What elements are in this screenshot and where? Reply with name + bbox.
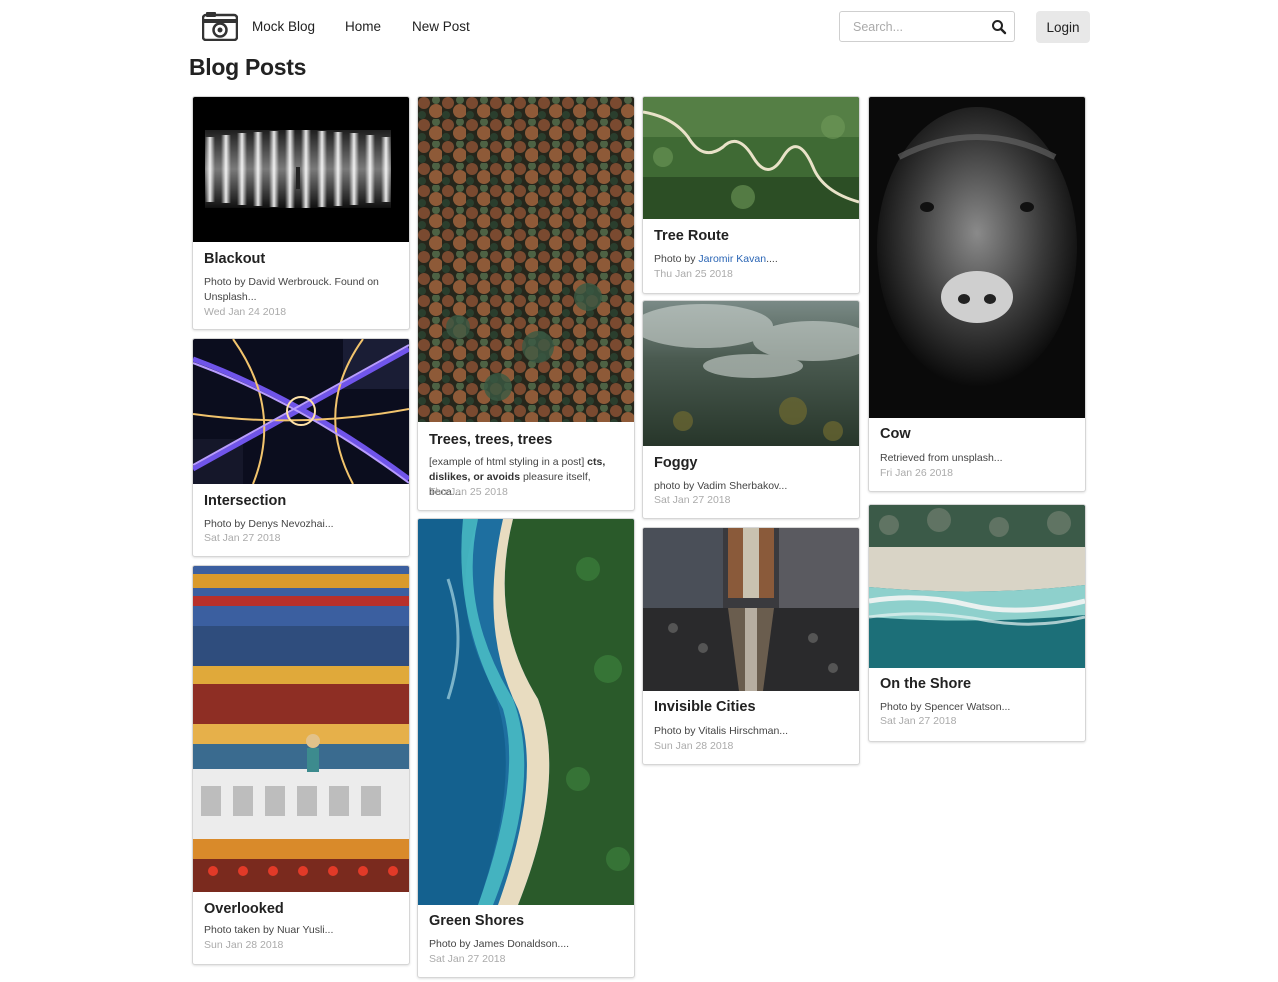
post-date: Sat Jan 27 2018 bbox=[204, 532, 281, 544]
post-date: Sat Jan 27 2018 bbox=[654, 494, 731, 506]
nav-link-home[interactable]: Home bbox=[345, 19, 381, 34]
post-image bbox=[193, 566, 409, 892]
post-image bbox=[643, 528, 859, 691]
post-description-text: Photo by bbox=[654, 253, 699, 265]
post-image bbox=[869, 505, 1085, 668]
post-date: Thu Jan 25 2018 bbox=[429, 486, 508, 498]
post-title[interactable]: On the Shore bbox=[880, 676, 971, 692]
search-icon[interactable] bbox=[991, 19, 1007, 35]
post-title[interactable]: Foggy bbox=[654, 455, 698, 471]
login-button[interactable]: Login bbox=[1036, 11, 1090, 43]
post-card-on-the-shore[interactable]: On the Shore Photo by Spencer Watson... … bbox=[868, 504, 1086, 742]
post-title[interactable]: Overlooked bbox=[204, 901, 284, 917]
post-date: Sun Jan 28 2018 bbox=[654, 740, 734, 752]
search-input[interactable] bbox=[841, 13, 981, 40]
post-image bbox=[869, 97, 1085, 418]
post-card-green-shores[interactable]: Green Shores Photo by James Donaldson...… bbox=[417, 518, 635, 978]
post-title[interactable]: Blackout bbox=[204, 251, 265, 267]
post-card-foggy[interactable]: Foggy photo by Vadim Sherbakov... Sat Ja… bbox=[642, 300, 860, 519]
post-title[interactable]: Tree Route bbox=[654, 228, 729, 244]
nav-link-new-post[interactable]: New Post bbox=[412, 19, 470, 34]
search-box bbox=[839, 11, 1015, 42]
post-description: Retrieved from unsplash... bbox=[880, 452, 1003, 464]
post-title[interactable]: Trees, trees, trees bbox=[429, 432, 552, 448]
brand-name[interactable]: Mock Blog bbox=[252, 19, 315, 34]
post-description: Photo by Spencer Watson... bbox=[880, 701, 1011, 713]
post-date: Sun Jan 28 2018 bbox=[204, 939, 284, 951]
post-date: Sat Jan 27 2018 bbox=[880, 715, 957, 727]
post-card-cow[interactable]: Cow Retrieved from unsplash... Fri Jan 2… bbox=[868, 96, 1086, 492]
post-image bbox=[193, 97, 409, 242]
post-description: Photo by Vitalis Hirschman... bbox=[654, 725, 789, 737]
navbar: Mock Blog Home New Post Login bbox=[0, 0, 1278, 54]
post-description: Photo by Jaromir Kavan.... bbox=[654, 252, 850, 267]
post-date: Sat Jan 27 2018 bbox=[429, 953, 506, 965]
post-image bbox=[418, 97, 634, 422]
post-description-text: .... bbox=[766, 253, 778, 265]
camera-logo-icon[interactable] bbox=[201, 11, 239, 42]
post-date: Fri Jan 26 2018 bbox=[880, 467, 953, 479]
post-description-text: [example of html styling in a post] bbox=[429, 456, 588, 468]
post-card-overlooked[interactable]: Overlooked Photo taken by Nuar Yusli... … bbox=[192, 565, 410, 965]
post-description: Photo by James Donaldson.... bbox=[429, 938, 570, 950]
post-image bbox=[418, 519, 634, 905]
post-card-intersection[interactable]: Intersection Photo by Denys Nevozhai... … bbox=[192, 338, 410, 557]
post-card-blackout[interactable]: Blackout Photo by David Werbrouck. Found… bbox=[192, 96, 410, 330]
post-description: Photo by Denys Nevozhai... bbox=[204, 518, 334, 530]
post-title[interactable]: Intersection bbox=[204, 493, 286, 509]
post-description: Photo taken by Nuar Yusli... bbox=[204, 924, 334, 936]
page-title: Blog Posts bbox=[189, 54, 307, 80]
post-description: Photo by David Werbrouck. Found on Unspl… bbox=[204, 276, 379, 303]
post-card-invisible-cities[interactable]: Invisible Cities Photo by Vitalis Hirsch… bbox=[642, 527, 860, 765]
post-title[interactable]: Green Shores bbox=[429, 913, 524, 929]
post-image bbox=[193, 339, 409, 484]
post-card-tree-route[interactable]: Tree Route Photo by Jaromir Kavan.... Th… bbox=[642, 96, 860, 294]
photographer-link[interactable]: Jaromir Kavan bbox=[698, 253, 766, 265]
post-description: photo by Vadim Sherbakov... bbox=[654, 480, 788, 492]
post-image bbox=[643, 301, 859, 446]
post-title[interactable]: Invisible Cities bbox=[654, 699, 756, 715]
post-image bbox=[643, 97, 859, 219]
post-card-trees[interactable]: Trees, trees, trees [example of html sty… bbox=[417, 96, 635, 511]
post-date: Wed Jan 24 2018 bbox=[204, 306, 287, 318]
post-title[interactable]: Cow bbox=[880, 426, 911, 442]
post-date: Thu Jan 25 2018 bbox=[654, 268, 733, 280]
